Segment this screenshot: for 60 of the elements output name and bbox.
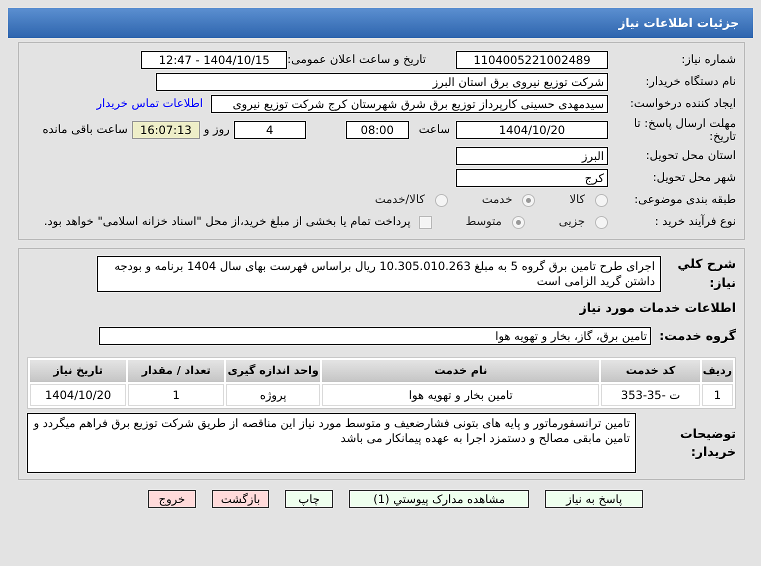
- table-cell: ت -35-353: [601, 384, 700, 406]
- header-title: جزئیات اطلاعات نیاز: [618, 15, 739, 32]
- buyer-field[interactable]: شرکت توزیع نیروی برق استان البرز: [156, 73, 608, 91]
- description-box[interactable]: اجرای طرح تامین برق گروه 5 به مبلغ 10.305.010.263 ریال براساس فهرست بهای سال 1404 برنامه و بودجه داشتن گرید الزامی است: [97, 256, 661, 292]
- field-label: شهر محل تحویل:: [652, 169, 736, 186]
- table-cell: 1: [128, 384, 224, 406]
- action-button[interactable]: پاسخ به نیاز: [545, 490, 644, 508]
- action-button[interactable]: خروج: [148, 490, 196, 508]
- city-field[interactable]: کرج: [456, 169, 608, 187]
- field-label: طبقه بندی موضوعی:: [633, 191, 736, 208]
- service-group-field[interactable]: تامین برق، گاز، بخار و تهویه هوا: [99, 327, 651, 346]
- field-label: ساعت باقی مانده: [42, 121, 128, 138]
- buyer-notes-box[interactable]: تامین ترانسفورماتور و پایه های بتونی فشارضعیف و متوسط مورد نیاز این مناقصه از طریق شرکت توزیع برق فراهم میگردد و تامین مابقی مصالح و دستمزد اجرا به عهده پیمانکار می باشد: [27, 413, 636, 474]
- field-label: ساعت: [418, 121, 450, 138]
- requester-field[interactable]: سیدمهدی حسینی کارپرداز توزیع برق شرق شهرستان کرج شرکت توزیع نیروی: [211, 95, 608, 113]
- column-header: کد خدمت: [601, 360, 700, 382]
- option-label: کالا/خدمت: [374, 191, 425, 208]
- table-cell: 1404/10/20: [30, 384, 126, 406]
- action-button[interactable]: بازگشت: [212, 490, 270, 508]
- field-label: استان محل تحویل:: [644, 147, 736, 164]
- remaining-time-field: 16:07:13: [132, 121, 200, 139]
- deadline-time-field[interactable]: 08:00: [346, 121, 409, 139]
- contact-link[interactable]: اطلاعات تماس خریدار: [96, 95, 203, 113]
- days-field[interactable]: 4: [234, 121, 306, 139]
- action-button[interactable]: مشاهده مدارک پیوستي (1): [349, 490, 530, 508]
- column-header: واحد اندازه گیری: [226, 360, 320, 382]
- payment-note: پرداخت تمام یا بخشی از مبلغ خرید،از محل "اسناد خزانه اسلامی" خواهد بود.: [44, 213, 411, 230]
- action-button[interactable]: چاپ: [285, 490, 334, 508]
- deadline-date-field[interactable]: 1404/10/20: [456, 121, 608, 139]
- field-label: نوع فرآیند خرید :: [654, 213, 736, 230]
- section-title: اطلاعات خدمات مورد نیاز: [578, 298, 736, 317]
- column-header: ردیف: [702, 360, 733, 382]
- option-label: جزیی: [558, 213, 585, 230]
- need-number-field[interactable]: 1104005221002489: [456, 51, 608, 69]
- province-field[interactable]: البرز: [456, 147, 608, 165]
- field-label: نام دستگاه خریدار:: [644, 73, 736, 90]
- field-label: شماره نیاز:: [680, 51, 736, 68]
- column-header: تاریخ نیاز: [30, 360, 126, 382]
- radio-button[interactable]: [512, 216, 525, 228]
- field-label: شرح کلي نياز:: [676, 255, 736, 292]
- radio-button[interactable]: [595, 194, 608, 206]
- field-label: توضیحات خریدار:: [679, 424, 736, 462]
- field-label: ایجاد کننده درخواست:: [629, 95, 736, 112]
- option-label: کالا: [569, 191, 585, 208]
- field-label: تاریخ و ساعت اعلان عمومی:: [287, 51, 426, 68]
- table-cell: پروژه: [226, 384, 320, 406]
- column-header: تعداد / مقدار: [128, 360, 224, 382]
- table-cell: تامین بخار و تهویه هوا: [322, 384, 600, 406]
- table-cell: 1: [702, 384, 733, 406]
- radio-button[interactable]: [434, 194, 448, 206]
- option-label: متوسط: [466, 213, 502, 230]
- announce-date-field[interactable]: 1404/10/15 - 12:47: [141, 51, 288, 69]
- column-header: نام خدمت: [322, 360, 600, 382]
- option-label: خدمت: [482, 191, 512, 208]
- field-label: روز و: [204, 121, 230, 138]
- field-label: مهلت ارسال پاسخ: تا تاریخ:: [632, 117, 736, 143]
- radio-button[interactable]: [595, 216, 608, 228]
- radio-button[interactable]: [522, 194, 536, 206]
- field-label: گروه خدمت:: [658, 326, 736, 345]
- checkbox[interactable]: [418, 216, 432, 228]
